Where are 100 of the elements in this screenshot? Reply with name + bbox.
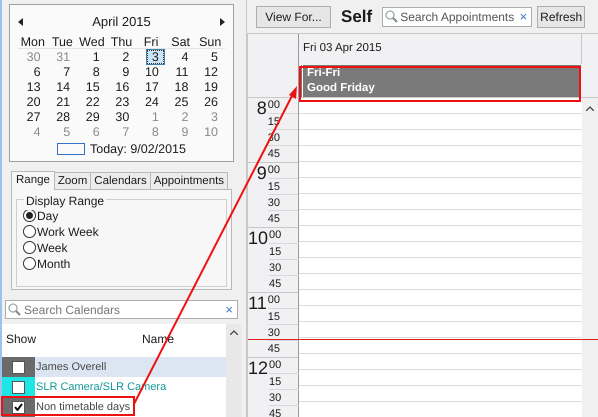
event-time: Fri-Fri [307, 66, 342, 81]
checkbox[interactable] [12, 380, 25, 394]
calendar-day[interactable]: 30 [110, 110, 134, 124]
calendar-day[interactable]: 16 [110, 80, 134, 94]
minute-label: 45 [269, 407, 282, 417]
calendar-day[interactable]: 21 [51, 95, 76, 109]
calendar-day[interactable]: 2 [117, 50, 134, 64]
calendar-day[interactable]: 29 [80, 110, 105, 124]
minute-label: 45 [268, 342, 280, 356]
calendar-day[interactable]: 9 [117, 65, 134, 79]
next-month-icon[interactable] [220, 18, 225, 26]
calendar-day[interactable]: 18 [170, 80, 194, 94]
event-block[interactable]: Fri-Fri Good Friday [300, 65, 581, 97]
scrollbar[interactable] [226, 324, 241, 417]
calendar-day[interactable]: 10 [140, 65, 164, 79]
calendar-day[interactable]: 28 [51, 110, 76, 124]
today-link[interactable]: Today: 9/02/2015 [90, 140, 186, 159]
calendar-day[interactable]: 8 [88, 65, 105, 79]
clear-icon[interactable]: × [225, 300, 233, 320]
calendar-day[interactable]: 12 [199, 65, 223, 79]
calendar-day[interactable]: 20 [22, 95, 46, 109]
radio-label[interactable]: Week [37, 238, 68, 257]
calendar-day[interactable]: 5 [206, 50, 223, 64]
minute-label: 30 [269, 260, 282, 274]
calendar-row[interactable]: Non timetable days [2, 397, 226, 417]
weekday-label: Mon [20, 35, 45, 49]
previous-month-icon[interactable] [18, 18, 23, 26]
radio-button[interactable] [23, 257, 36, 270]
minute-label: 45 [268, 212, 280, 226]
weekday-label: Wed [79, 35, 105, 49]
tab[interactable]: Zoom [54, 172, 92, 189]
scroll-up-icon[interactable] [230, 330, 238, 335]
owner-title: Self [341, 6, 372, 28]
calendar-day[interactable]: 15 [80, 80, 105, 94]
calendar-day[interactable]: 17 [140, 80, 164, 94]
calendar-day[interactable]: 4 [176, 50, 194, 64]
calendar-day[interactable]: 27 [22, 110, 46, 124]
minute-label: 00 [268, 98, 280, 112]
hour-label: 10 [248, 228, 270, 250]
weekday-label: Tue [52, 35, 73, 49]
calendar-row[interactable]: James Overell [2, 357, 226, 377]
appointment-search-field[interactable]: Search Appointments × [382, 6, 532, 26]
calendar-day[interactable]: 25 [170, 95, 194, 109]
calendar-day[interactable]: 13 [22, 80, 46, 94]
calendar-day[interactable]: 24 [140, 95, 164, 109]
radio-label[interactable]: Month [37, 254, 70, 273]
radio-button[interactable] [23, 209, 36, 222]
weekday-label: Sun [199, 35, 222, 49]
minute-label: 45 [268, 147, 280, 161]
calendar-search-field[interactable]: Search Calendars × [5, 300, 238, 319]
calendar-day[interactable]: 1 [88, 50, 105, 64]
hour-label: 8 [256, 98, 268, 120]
refresh-button[interactable]: Refresh [537, 6, 586, 28]
clear-icon[interactable]: × [520, 6, 528, 26]
minute-label: 45 [269, 277, 282, 291]
hour-label: 11 [248, 293, 268, 315]
minute-label: 00 [268, 293, 280, 307]
calendar-name: Non timetable days [36, 400, 130, 414]
tab[interactable]: Range [11, 170, 55, 190]
radio-button[interactable] [23, 225, 36, 238]
checkbox[interactable] [12, 360, 25, 374]
checkbox[interactable] [12, 400, 25, 414]
month-label: April 2015 [92, 13, 151, 32]
minute-label: 30 [268, 196, 280, 210]
calendar-day[interactable]: 14 [51, 80, 76, 94]
hour-label: 9 [256, 163, 268, 185]
hour-label: 12 [248, 358, 270, 380]
minute-label: 30 [268, 326, 280, 340]
minute-label: 15 [268, 180, 280, 194]
minute-label: 00 [269, 228, 282, 242]
search-icon [385, 10, 398, 23]
calendar-day[interactable]: 3 [146, 50, 164, 64]
weekday-label: Fri [144, 35, 158, 49]
tab[interactable]: Calendars [90, 172, 151, 189]
weekday-label: Sat [171, 35, 190, 49]
radio-label[interactable]: Work Week [37, 222, 99, 241]
calendar-day[interactable]: 19 [199, 80, 223, 94]
event-title: Good Friday [307, 81, 376, 96]
calendar-day[interactable]: 6 [28, 65, 46, 79]
minute-label: 15 [269, 244, 282, 258]
calendar-day[interactable]: 26 [199, 95, 223, 109]
view-for-button[interactable]: View For... [256, 6, 331, 28]
column-header: Show [6, 331, 38, 348]
today-swatch [57, 143, 86, 156]
scrollbar[interactable] [582, 98, 598, 417]
calendar-day[interactable]: 11 [170, 65, 194, 79]
minute-label: 15 [268, 310, 280, 324]
weekday-label: Thu [110, 35, 132, 49]
minute-label: 00 [268, 163, 280, 177]
radio-button[interactable] [23, 241, 36, 254]
scroll-up-icon[interactable] [586, 106, 594, 111]
minute-label: 15 [269, 374, 282, 388]
calendar-name: James Overell [36, 360, 106, 374]
minute-label: 30 [269, 390, 282, 404]
minute-label: 00 [269, 358, 282, 372]
calendar-day[interactable]: 23 [110, 95, 134, 109]
search-icon [8, 303, 21, 316]
calendar-day[interactable]: 7 [58, 65, 76, 79]
tab[interactable]: Appointments [150, 172, 228, 189]
calendar-day[interactable]: 22 [80, 95, 105, 109]
